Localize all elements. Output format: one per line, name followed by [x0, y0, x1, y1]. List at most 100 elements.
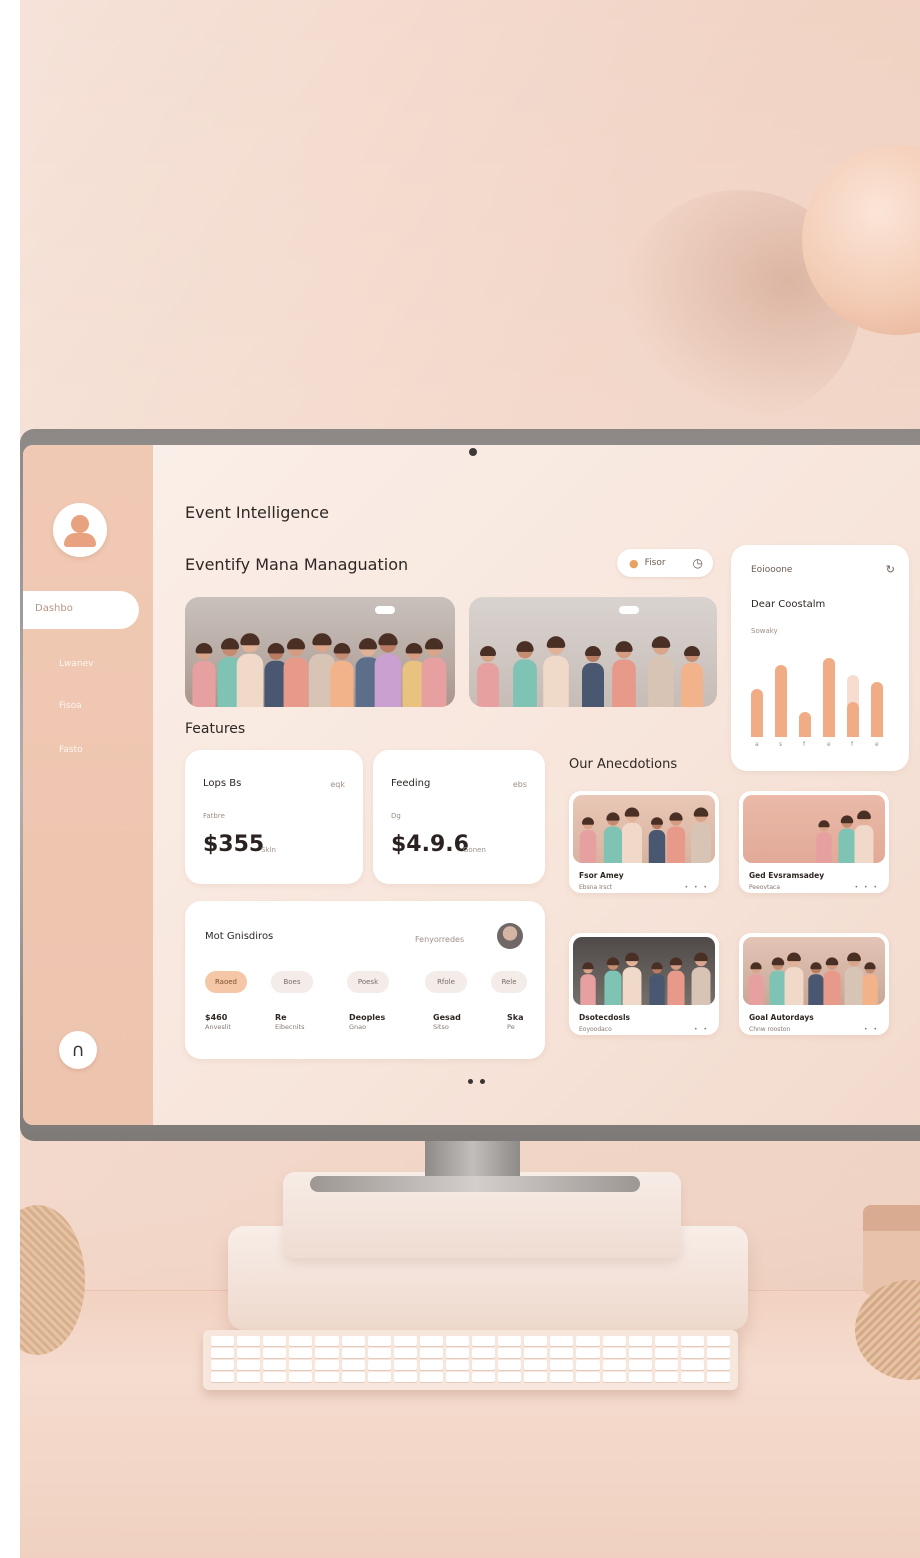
- keyboard-key[interactable]: [524, 1336, 548, 1346]
- keyboard-key[interactable]: [680, 1348, 704, 1358]
- keyboard-key[interactable]: [263, 1336, 287, 1346]
- filter-button[interactable]: ● Fisor ◷: [617, 549, 713, 577]
- keyboard-key[interactable]: [211, 1372, 235, 1382]
- keyboard-key[interactable]: [237, 1348, 261, 1358]
- keyboard-key[interactable]: [602, 1348, 626, 1358]
- keyboard-key[interactable]: [680, 1336, 704, 1346]
- keyboard-key[interactable]: [289, 1372, 313, 1382]
- keyboard-key[interactable]: [498, 1360, 522, 1370]
- keyboard-key[interactable]: [680, 1372, 704, 1382]
- keyboard-key[interactable]: [237, 1336, 261, 1346]
- keyboard-key[interactable]: [341, 1336, 365, 1346]
- keyboard-key[interactable]: [211, 1360, 235, 1370]
- keyboard-key[interactable]: [367, 1336, 391, 1346]
- analytics-bar[interactable]: [751, 689, 763, 737]
- sidebar-item-2[interactable]: Fisoa: [59, 701, 82, 711]
- chip-3[interactable]: Rfole: [425, 971, 467, 993]
- analytics-bar[interactable]: [823, 658, 835, 737]
- chip-0[interactable]: Raoed: [205, 971, 247, 993]
- anecdote-card[interactable]: Fsor Amey Ebsna Irsct • • •: [569, 791, 719, 893]
- keyboard-key[interactable]: [289, 1360, 313, 1370]
- keyboard-key[interactable]: [602, 1372, 626, 1382]
- keyboard-key[interactable]: [628, 1336, 652, 1346]
- keyboard-key[interactable]: [576, 1372, 600, 1382]
- keyboard-key[interactable]: [315, 1336, 339, 1346]
- keyboard-key[interactable]: [445, 1372, 469, 1382]
- keyboard-key[interactable]: [263, 1348, 287, 1358]
- keyboard-key[interactable]: [419, 1348, 443, 1358]
- keyboard-key[interactable]: [628, 1372, 652, 1382]
- keyboard-key[interactable]: [419, 1360, 443, 1370]
- keyboard-key[interactable]: [602, 1360, 626, 1370]
- analytics-bar[interactable]: [847, 702, 859, 737]
- keyboard-key[interactable]: [706, 1360, 730, 1370]
- keyboard-key[interactable]: [472, 1348, 496, 1358]
- keyboard-key[interactable]: [628, 1360, 652, 1370]
- page-dot[interactable]: [480, 1079, 485, 1084]
- keyboard-key[interactable]: [706, 1336, 730, 1346]
- keyboard-key[interactable]: [211, 1348, 235, 1358]
- keyboard-key[interactable]: [315, 1372, 339, 1382]
- keyboard-key[interactable]: [289, 1348, 313, 1358]
- pagination-dots[interactable]: [468, 1079, 485, 1084]
- keyboard-key[interactable]: [393, 1336, 417, 1346]
- keyboard-key[interactable]: [576, 1348, 600, 1358]
- keyboard-key[interactable]: [315, 1360, 339, 1370]
- keyboard-key[interactable]: [654, 1348, 678, 1358]
- keyboard-key[interactable]: [706, 1372, 730, 1382]
- keyboard-key[interactable]: [706, 1348, 730, 1358]
- refresh-icon[interactable]: ↻: [886, 563, 895, 576]
- keyboard-key[interactable]: [263, 1360, 287, 1370]
- owner-avatar[interactable]: [497, 923, 523, 949]
- keyboard-key[interactable]: [445, 1360, 469, 1370]
- keyboard-key[interactable]: [524, 1360, 548, 1370]
- keyboard-key[interactable]: [550, 1348, 574, 1358]
- keyboard-key[interactable]: [315, 1348, 339, 1358]
- feature-card-1[interactable]: Lops Bs eqk Fatbre $355 Skln: [185, 750, 363, 884]
- keyboard-key[interactable]: [550, 1336, 574, 1346]
- sidebar-item-3[interactable]: Fasto: [59, 745, 83, 755]
- keyboard-key[interactable]: [472, 1372, 496, 1382]
- keyboard-key[interactable]: [393, 1360, 417, 1370]
- keyboard-key[interactable]: [237, 1360, 261, 1370]
- home-icon[interactable]: ∩: [59, 1031, 97, 1069]
- keyboard-key[interactable]: [654, 1360, 678, 1370]
- anecdote-card[interactable]: Ged Evsramsadey Peeovtaca • • •: [739, 791, 889, 893]
- keyboard-key[interactable]: [289, 1336, 313, 1346]
- keyboard-key[interactable]: [628, 1348, 652, 1358]
- clock-icon[interactable]: ◷: [693, 556, 703, 570]
- keyboard-key[interactable]: [393, 1372, 417, 1382]
- keyboard-key[interactable]: [341, 1348, 365, 1358]
- page-dot[interactable]: [468, 1079, 473, 1084]
- keyboard-key[interactable]: [498, 1336, 522, 1346]
- user-avatar-icon[interactable]: [53, 503, 107, 557]
- keyboard-key[interactable]: [680, 1360, 704, 1370]
- keyboard-key[interactable]: [550, 1360, 574, 1370]
- keyboard-key[interactable]: [237, 1372, 261, 1382]
- sidebar-item-1[interactable]: Lwanev: [59, 659, 93, 669]
- keyboard-key[interactable]: [654, 1372, 678, 1382]
- keyboard-key[interactable]: [524, 1348, 548, 1358]
- keyboard-key[interactable]: [341, 1372, 365, 1382]
- keyboard-key[interactable]: [576, 1336, 600, 1346]
- chip-1[interactable]: Boes: [271, 971, 313, 993]
- sidebar-item-dashboard[interactable]: Dashbo: [23, 591, 139, 629]
- keyboard-key[interactable]: [445, 1348, 469, 1358]
- keyboard-key[interactable]: [498, 1348, 522, 1358]
- keyboard-key[interactable]: [367, 1372, 391, 1382]
- chip-4[interactable]: Rele: [491, 971, 527, 993]
- chip-2[interactable]: Poesk: [347, 971, 389, 993]
- keyboard-key[interactable]: [419, 1372, 443, 1382]
- keyboard-key[interactable]: [263, 1372, 287, 1382]
- keyboard-key[interactable]: [211, 1336, 235, 1346]
- keyboard-key[interactable]: [445, 1336, 469, 1346]
- anecdote-card[interactable]: Goal Autordays Chnw rooston • •: [739, 933, 889, 1035]
- analytics-card[interactable]: Eoiooone ↻ Dear Coostalm Sowaky a s f e f e: [731, 545, 909, 771]
- anecdote-card[interactable]: Dsotecdosls Eoyoodaco • •: [569, 933, 719, 1035]
- keyboard-key[interactable]: [367, 1360, 391, 1370]
- keyboard-key[interactable]: [472, 1360, 496, 1370]
- keyboard-key[interactable]: [602, 1336, 626, 1346]
- keyboard-key[interactable]: [524, 1372, 548, 1382]
- feature-card-2[interactable]: Feeding ebs Dg $4.9.6 Gonen: [373, 750, 545, 884]
- keyboard-key[interactable]: [550, 1372, 574, 1382]
